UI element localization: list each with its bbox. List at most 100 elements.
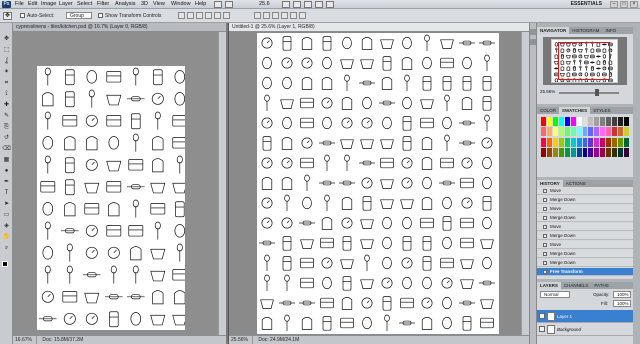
opacity-field[interactable]: 100%: [613, 291, 631, 298]
tab-navigator[interactable]: NAVIGATOR: [537, 27, 570, 34]
history-brush-tool-icon[interactable]: ↺: [2, 134, 11, 142]
color-swatch[interactable]: [570, 147, 576, 157]
color-swatch[interactable]: [618, 147, 624, 157]
document-tab-right[interactable]: Untitled-1 @ 25.6% (Layer 1, RGB/8): [229, 23, 529, 32]
color-swatch[interactable]: [594, 147, 600, 157]
menu-edit[interactable]: Edit: [27, 1, 38, 8]
color-swatch[interactable]: [564, 117, 570, 126]
screen-mode-icon[interactable]: [326, 1, 334, 8]
align-hcenter-icon[interactable]: [214, 12, 221, 19]
color-swatch[interactable]: [600, 137, 606, 147]
color-swatch[interactable]: [606, 127, 612, 137]
tab-color[interactable]: COLOR: [537, 107, 559, 114]
navigator-zoom-slider[interactable]: [559, 92, 619, 94]
color-swatch[interactable]: [558, 147, 564, 157]
layer-row-layer-1[interactable]: Layer 1: [537, 310, 633, 323]
color-swatch[interactable]: [618, 127, 624, 137]
color-swatch[interactable]: [606, 117, 612, 126]
color-swatch[interactable]: [546, 127, 552, 137]
color-swatch[interactable]: [546, 137, 552, 147]
history-state[interactable]: Move: [537, 187, 633, 195]
shape-tool-icon[interactable]: ▭: [2, 211, 11, 219]
color-swatch[interactable]: [594, 137, 600, 147]
tab-channels[interactable]: CHANNELS: [561, 282, 592, 289]
zoom-field-right[interactable]: 25.56%: [229, 336, 253, 344]
color-swatch[interactable]: [588, 117, 594, 126]
tab-history[interactable]: HISTORY: [537, 180, 563, 187]
menu-view[interactable]: View: [152, 1, 166, 8]
distribute-vcenter-icon[interactable]: [263, 12, 270, 19]
color-swatch[interactable]: [582, 147, 588, 157]
mini-bridge-button[interactable]: [225, 1, 233, 8]
hand-icon[interactable]: [282, 1, 290, 8]
color-swatch[interactable]: [624, 127, 629, 137]
layer-row-background[interactable]: Background: [537, 323, 633, 336]
vertical-scrollbar-right[interactable]: [521, 32, 529, 335]
eraser-tool-icon[interactable]: ⌫: [2, 145, 11, 153]
align-vcenter-icon[interactable]: [187, 12, 194, 19]
color-swatch[interactable]: [612, 137, 618, 147]
history-state[interactable]: Free Transform: [537, 268, 633, 276]
fill-field[interactable]: 100%: [613, 300, 631, 307]
navigator-zoom-handle[interactable]: [595, 89, 599, 96]
history-state[interactable]: Merge Down: [537, 259, 633, 267]
distribute-top-icon[interactable]: [254, 12, 261, 19]
zoom-level[interactable]: 25.6: [258, 1, 271, 8]
dodge-tool-icon[interactable]: ●: [2, 167, 11, 175]
color-swatch[interactable]: [612, 117, 618, 126]
color-swatch[interactable]: [594, 127, 600, 137]
minimize-button[interactable]: –: [610, 1, 618, 8]
color-swatch[interactable]: [582, 137, 588, 147]
color-swatch[interactable]: [552, 147, 558, 157]
color-swatch[interactable]: [588, 147, 594, 157]
align-left-icon[interactable]: [205, 12, 212, 19]
align-bottom-icon[interactable]: [196, 12, 203, 19]
clone-tool-icon[interactable]: ⎘: [2, 123, 11, 131]
color-swatch[interactable]: [588, 137, 594, 147]
move-tool-preset-icon[interactable]: ✥: [3, 12, 12, 20]
color-swatch[interactable]: [624, 137, 629, 147]
canvas-right[interactable]: [257, 33, 499, 334]
color-swatch[interactable]: [541, 117, 546, 126]
tab-layers[interactable]: LAYERS: [537, 282, 561, 289]
color-swatch[interactable]: [558, 117, 564, 126]
canvas-area-left[interactable]: [13, 32, 218, 335]
menu-layer[interactable]: Layer: [58, 1, 74, 8]
align-top-icon[interactable]: [178, 12, 185, 19]
color-swatch[interactable]: [546, 147, 552, 157]
color-swatch[interactable]: [600, 117, 606, 126]
vertical-scrollbar-left[interactable]: [218, 32, 226, 335]
color-swatch[interactable]: [606, 147, 612, 157]
menu-image[interactable]: Image: [40, 1, 57, 8]
color-swatch[interactable]: [552, 137, 558, 147]
crop-tool-icon[interactable]: ⌗: [2, 79, 11, 87]
color-swatch[interactable]: [558, 127, 564, 137]
eye-icon[interactable]: [539, 326, 545, 332]
hand-tool-icon[interactable]: ✋: [2, 233, 11, 241]
pen-tool-icon[interactable]: ✒: [2, 178, 11, 186]
menu-filter[interactable]: Filter: [96, 1, 110, 8]
3d-tool-icon[interactable]: ◈: [2, 222, 11, 230]
color-swatch[interactable]: [552, 117, 558, 126]
color-swatch[interactable]: [600, 147, 606, 157]
tab-styles[interactable]: STYLES: [590, 107, 613, 114]
menu-file[interactable]: File: [14, 1, 25, 8]
color-swatch[interactable]: [576, 147, 582, 157]
close-button[interactable]: ×: [630, 1, 638, 8]
history-state[interactable]: Merge Down: [537, 250, 633, 258]
color-swatch[interactable]: [541, 147, 546, 157]
history-state[interactable]: Move: [537, 205, 633, 213]
show-transform-checkbox[interactable]: [98, 13, 103, 19]
canvas-left[interactable]: [37, 66, 188, 330]
eyedropper-tool-icon[interactable]: ⟟: [2, 90, 11, 98]
foreground-color-swatch[interactable]: [2, 261, 8, 267]
marquee-tool-icon[interactable]: ⬚: [2, 46, 11, 54]
color-swatch[interactable]: [576, 137, 582, 147]
arrange-documents-icon[interactable]: [315, 1, 323, 8]
color-swatch[interactable]: [541, 127, 546, 137]
color-swatch[interactable]: [588, 127, 594, 137]
history-state[interactable]: Merge Down: [537, 214, 633, 222]
color-swatch[interactable]: [570, 127, 576, 137]
show-transform-option[interactable]: Show Transform Controls: [98, 12, 161, 20]
gradient-tool-icon[interactable]: ▦: [2, 156, 11, 164]
